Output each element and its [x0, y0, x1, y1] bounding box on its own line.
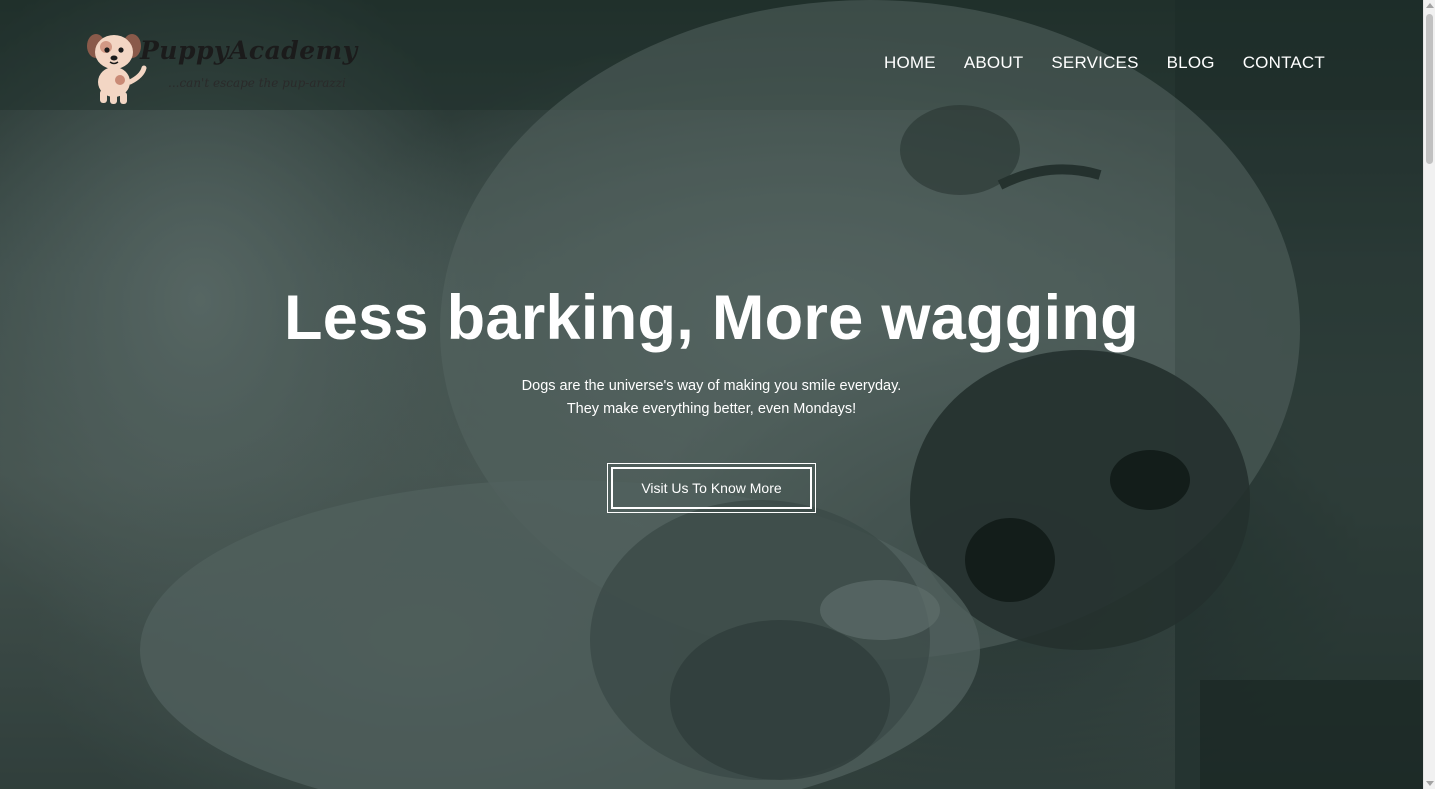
visit-us-button[interactable]: Visit Us To Know More [607, 463, 816, 513]
brand-name: PuppyAcademy [140, 36, 358, 65]
brand-tagline: ...can't escape the pup-arazzi [168, 76, 346, 90]
hero-subtitle-line-2: They make everything better, even Monday… [566, 401, 857, 417]
page-scrollbar[interactable] [1423, 0, 1435, 789]
hero-subtitle: Dogs are the universe's way of making yo… [0, 375, 1423, 421]
nav-item-blog[interactable]: BLOG [1167, 53, 1215, 73]
scrollbar-thumb[interactable] [1426, 14, 1433, 164]
main-nav: HOME ABOUT SERVICES BLOG CONTACT [884, 53, 1325, 73]
nav-item-contact[interactable]: CONTACT [1243, 53, 1325, 73]
nav-item-services[interactable]: SERVICES [1051, 53, 1138, 73]
brand-logo[interactable]: PuppyAcademy ...can't escape the pup-ara… [86, 30, 357, 106]
nav-item-home[interactable]: HOME [884, 53, 936, 73]
scroll-up-icon[interactable] [1426, 3, 1434, 8]
scroll-down-icon[interactable] [1426, 781, 1434, 786]
nav-item-about[interactable]: ABOUT [964, 53, 1024, 73]
page: PuppyAcademy ...can't escape the pup-ara… [0, 0, 1435, 789]
hero-title: Less barking, More wagging [284, 283, 1139, 353]
visit-us-button-label: Visit Us To Know More [611, 467, 812, 509]
hero-subtitle-line-1: Dogs are the universe's way of making yo… [521, 378, 902, 394]
